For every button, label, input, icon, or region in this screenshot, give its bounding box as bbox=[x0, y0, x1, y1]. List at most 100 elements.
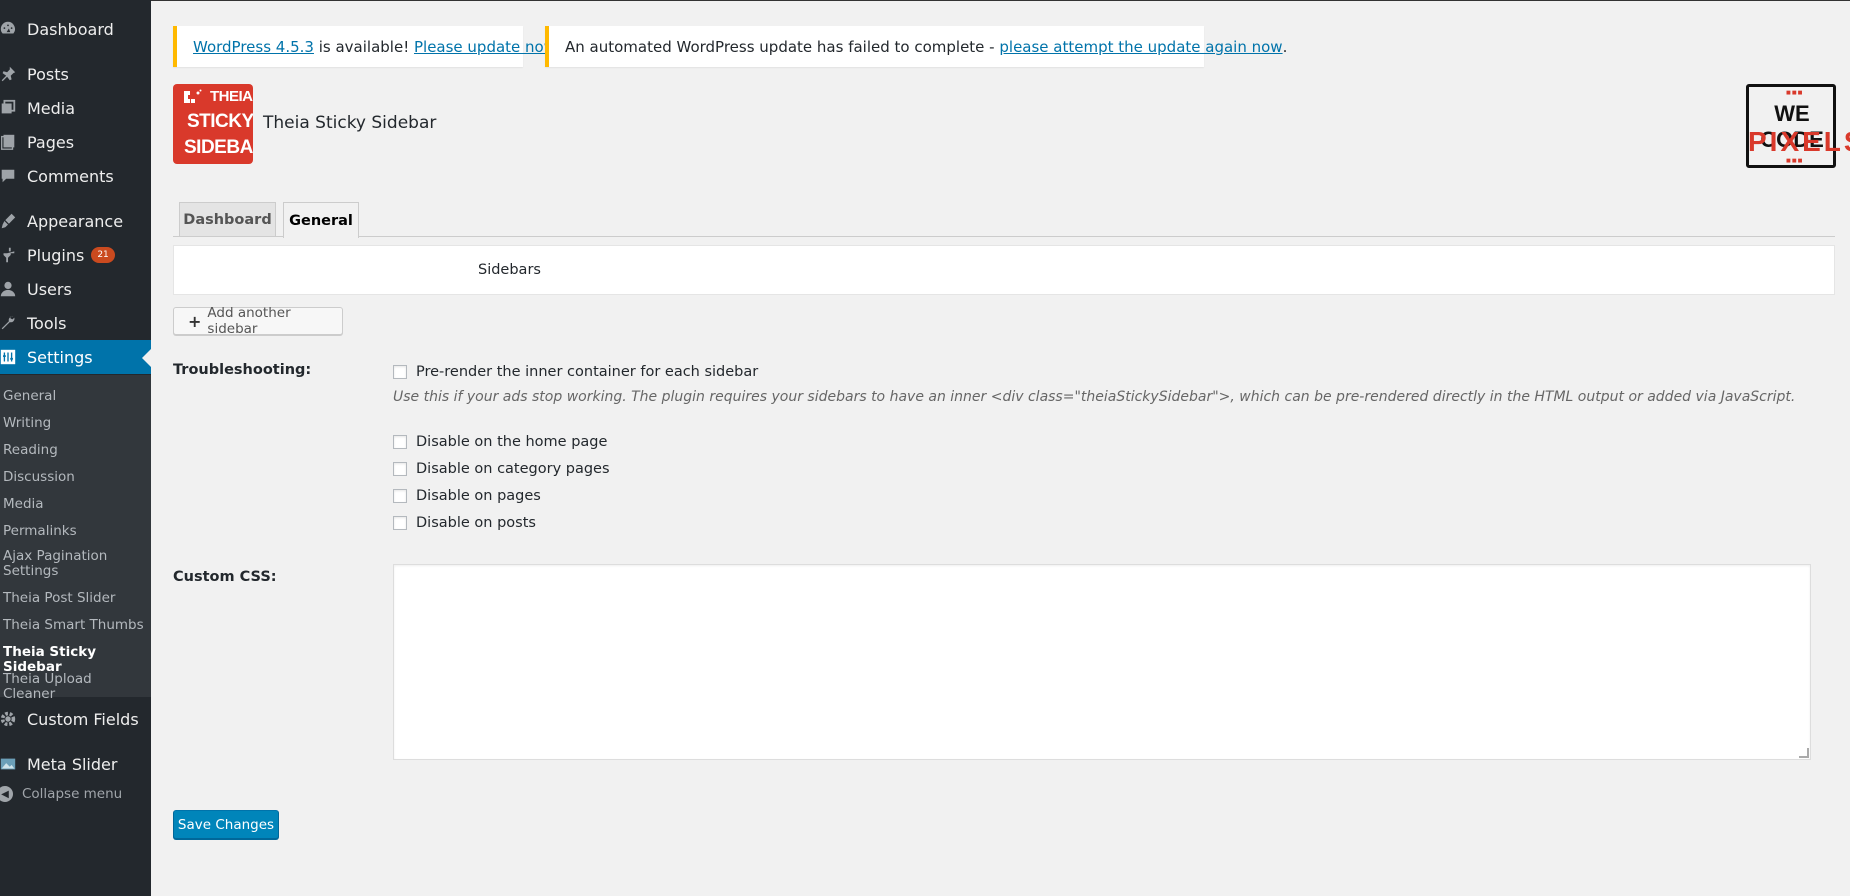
sidebars-panel: Sidebars bbox=[173, 245, 1835, 295]
sidebar-item-label: Settings bbox=[27, 347, 93, 367]
checkbox-label: Disable on posts bbox=[416, 515, 536, 531]
comment-icon bbox=[0, 166, 18, 186]
notice-end: . bbox=[1282, 37, 1288, 56]
submenu-item-reading[interactable]: Reading bbox=[3, 443, 148, 458]
checkbox-label: Disable on pages bbox=[416, 488, 541, 504]
please-update-now-link[interactable]: Please update now bbox=[414, 38, 556, 56]
submenu-item-discussion[interactable]: Discussion bbox=[3, 470, 148, 485]
checkbox-label: Disable on category pages bbox=[416, 461, 610, 477]
tab-bar bbox=[173, 236, 1835, 237]
disable-pages-option[interactable]: Disable on pages bbox=[393, 488, 541, 504]
resize-handle[interactable] bbox=[1799, 748, 1809, 758]
disable-category-option[interactable]: Disable on category pages bbox=[393, 461, 610, 477]
logo-line: STICKY bbox=[187, 111, 253, 132]
sidebar-item-posts[interactable]: Posts bbox=[0, 57, 151, 91]
sidebar-item-custom-fields[interactable]: Custom Fields bbox=[0, 702, 151, 736]
disable-category-checkbox[interactable] bbox=[393, 462, 407, 476]
sidebars-heading: Sidebars bbox=[478, 262, 541, 278]
page-title: Theia Sticky Sidebar bbox=[263, 113, 437, 133]
brush-icon bbox=[0, 211, 18, 231]
plus-icon: + bbox=[188, 311, 202, 331]
sidebar-item-label: Posts bbox=[27, 64, 69, 84]
sidebar-item-plugins[interactable]: Plugins 21 bbox=[0, 238, 151, 272]
checkbox-label: Disable on the home page bbox=[416, 434, 608, 450]
sidebar-item-label: Media bbox=[27, 98, 76, 118]
sidebar-item-label: Pages bbox=[27, 132, 75, 152]
submenu-item-ajax-pagination-settings[interactable]: Ajax Pagination Settings bbox=[3, 549, 113, 579]
sidebar-item-label: Custom Fields bbox=[27, 709, 139, 729]
collapse-arrow-icon: ◀ bbox=[0, 786, 13, 802]
gear-icon bbox=[0, 709, 18, 729]
attempt-update-again-link[interactable]: please attempt the update again now bbox=[999, 38, 1282, 56]
top-border bbox=[151, 0, 1850, 1]
slider-icon bbox=[0, 754, 18, 774]
pushpin-icon bbox=[0, 64, 18, 84]
plugins-update-count-badge: 21 bbox=[91, 247, 115, 263]
wordpress-version-link[interactable]: WordPress 4.5.3 bbox=[193, 38, 314, 56]
troubleshooting-label: Troubleshooting: bbox=[173, 362, 312, 378]
sidebar-item-appearance[interactable]: Appearance bbox=[0, 204, 151, 238]
sidebar-item-meta-slider[interactable]: Meta Slider bbox=[0, 747, 151, 781]
sidebar-item-settings[interactable]: Settings bbox=[0, 340, 151, 374]
logo-line: THEIA bbox=[210, 88, 253, 105]
button-label: Add another sidebar bbox=[207, 305, 291, 337]
sidebar-item-label: Appearance bbox=[27, 211, 124, 231]
theia-sticky-sidebar-logo: THEIA STICKY SIDEBAR bbox=[173, 84, 253, 164]
submenu-item-writing[interactable]: Writing bbox=[3, 416, 148, 431]
tab-dashboard[interactable]: Dashboard bbox=[179, 202, 276, 236]
disable-pages-checkbox[interactable] bbox=[393, 489, 407, 503]
sidebar-item-label: Dashboard bbox=[27, 19, 114, 39]
custom-css-label: Custom CSS: bbox=[173, 569, 277, 585]
disable-posts-option[interactable]: Disable on posts bbox=[393, 515, 536, 531]
sidebar-item-tools[interactable]: Tools bbox=[0, 306, 151, 340]
submenu-item-media[interactable]: Media bbox=[3, 497, 148, 512]
update-available-notice: WordPress 4.5.3 is available! Please upd… bbox=[173, 26, 561, 67]
add-another-sidebar-button[interactable]: + Add another sidebar bbox=[173, 305, 343, 337]
submenu-item-general[interactable]: General bbox=[3, 389, 148, 404]
update-failed-notice: An automated WordPress update has failed… bbox=[545, 26, 1287, 67]
prerender-option[interactable]: Pre-render the inner container for each … bbox=[393, 364, 758, 380]
custom-css-textarea[interactable] bbox=[393, 564, 1811, 760]
dashboard-icon bbox=[0, 19, 18, 39]
notice-text: is available! bbox=[313, 37, 414, 56]
user-icon bbox=[0, 279, 18, 299]
sidebar-item-label: Meta Slider bbox=[27, 754, 118, 774]
checkbox-label: Pre-render the inner container for each … bbox=[416, 364, 759, 380]
save-changes-button[interactable]: Save Changes bbox=[173, 810, 279, 839]
sidebar-item-media[interactable]: Media bbox=[0, 91, 151, 125]
prerender-checkbox[interactable] bbox=[393, 365, 407, 379]
logo-line: PIXELS bbox=[1748, 126, 1850, 157]
notice-text: An automated WordPress update has failed… bbox=[565, 37, 1000, 56]
logo-dots: ■■■ bbox=[1786, 156, 1804, 165]
tab-general[interactable]: General bbox=[283, 202, 359, 238]
disable-home-checkbox[interactable] bbox=[393, 435, 407, 449]
collapse-menu-label: Collapse menu bbox=[22, 786, 123, 802]
sidebar-item-comments[interactable]: Comments bbox=[0, 159, 151, 193]
logo-line: SIDEBAR bbox=[184, 137, 253, 158]
sidebar-item-label: Tools bbox=[27, 313, 67, 333]
settings-icon bbox=[0, 347, 18, 367]
disable-home-option[interactable]: Disable on the home page bbox=[393, 434, 607, 450]
media-icon bbox=[0, 98, 18, 118]
prerender-description: Use this if your ads stop working. The p… bbox=[393, 389, 1796, 405]
sidebar-item-label: Users bbox=[27, 279, 72, 299]
submenu-item-theia-upload-cleaner[interactable]: Theia Upload Cleaner bbox=[3, 672, 148, 702]
magnet-icon bbox=[184, 89, 202, 103]
submenu-item-theia-smart-thumbs[interactable]: Theia Smart Thumbs bbox=[3, 618, 148, 633]
disable-posts-checkbox[interactable] bbox=[393, 516, 407, 530]
sidebar-item-pages[interactable]: Pages bbox=[0, 125, 151, 159]
plugin-icon bbox=[0, 245, 18, 265]
sidebar-item-label: Comments bbox=[27, 166, 114, 186]
submenu-item-theia-post-slider[interactable]: Theia Post Slider bbox=[3, 591, 148, 606]
logo-dots: ■■■ bbox=[1786, 88, 1804, 97]
sidebar-item-label: Plugins bbox=[27, 245, 85, 265]
wrench-icon bbox=[0, 313, 18, 333]
collapse-menu-button[interactable]: ◀ Collapse menu bbox=[0, 786, 122, 802]
sidebar-item-users[interactable]: Users bbox=[0, 272, 151, 306]
pages-icon bbox=[0, 132, 18, 152]
admin-sidebar: Dashboard Posts Media Pages Comments App… bbox=[0, 0, 151, 896]
submenu-item-permalinks[interactable]: Permalinks bbox=[3, 524, 148, 539]
settings-submenu: General Writing Reading Discussion Media… bbox=[0, 375, 151, 702]
we-code-pixels-logo[interactable]: ■■■ WE CODE PIXELS ■■■ bbox=[1746, 84, 1850, 168]
sidebar-item-dashboard[interactable]: Dashboard bbox=[0, 12, 151, 46]
